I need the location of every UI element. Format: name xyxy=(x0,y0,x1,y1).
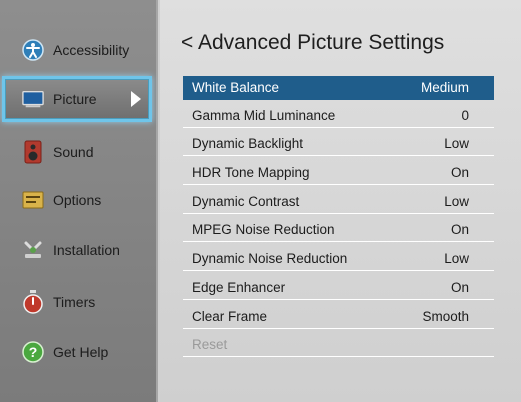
setting-value: Smooth xyxy=(422,309,469,324)
options-icon xyxy=(22,189,44,211)
setting-value: Low xyxy=(444,251,469,266)
setting-label: Dynamic Noise Reduction xyxy=(192,251,348,266)
setting-label: White Balance xyxy=(192,80,280,95)
page-title: < Advanced Picture Settings xyxy=(181,31,445,54)
sidebar-item-get-help[interactable]: ? Get Help xyxy=(0,330,158,374)
setting-label: Dynamic Backlight xyxy=(192,136,304,151)
setting-row-mpeg-noise-reduction[interactable]: MPEG Noise Reduction On xyxy=(183,218,494,242)
setting-label: Dynamic Contrast xyxy=(192,194,300,209)
setting-value: Medium xyxy=(420,80,469,95)
setting-row-gamma-mid-luminance[interactable]: Gamma Mid Luminance 0 xyxy=(183,104,494,128)
sidebar-item-label: Accessibility xyxy=(53,42,130,58)
sidebar-item-label: Get Help xyxy=(53,344,109,360)
setting-label: Clear Frame xyxy=(192,309,268,324)
setting-label: Reset xyxy=(192,337,228,352)
chevron-right-icon xyxy=(131,91,141,107)
timer-icon xyxy=(22,290,44,314)
sidebar-item-installation[interactable]: Installation xyxy=(0,228,158,272)
setting-row-white-balance[interactable]: White Balance Medium xyxy=(183,76,494,100)
setting-label: MPEG Noise Reduction xyxy=(192,222,335,237)
speaker-icon xyxy=(22,140,44,164)
sidebar-item-accessibility[interactable]: Accessibility xyxy=(0,28,158,72)
setting-label: Gamma Mid Luminance xyxy=(192,108,336,123)
setting-value: Low xyxy=(444,136,469,151)
sidebar-item-picture[interactable]: Picture xyxy=(2,76,152,122)
settings-panel: < Advanced Picture Settings White Balanc… xyxy=(160,0,521,402)
setting-value: On xyxy=(450,222,469,237)
setting-value: 0 xyxy=(461,108,469,123)
sidebar-item-label: Sound xyxy=(53,144,94,160)
sidebar-item-label: Timers xyxy=(53,294,96,310)
setting-value: On xyxy=(450,280,469,295)
installation-icon xyxy=(22,239,44,261)
sidebar-item-label: Picture xyxy=(53,91,97,107)
picture-icon xyxy=(22,88,44,110)
setting-value: Low xyxy=(444,194,469,209)
setting-row-clear-frame[interactable]: Clear Frame Smooth xyxy=(183,305,494,329)
setting-row-dynamic-backlight[interactable]: Dynamic Backlight Low xyxy=(183,132,494,156)
setting-row-reset: Reset xyxy=(183,333,494,357)
sidebar-item-options[interactable]: Options xyxy=(0,178,158,222)
sidebar-item-timers[interactable]: Timers xyxy=(0,280,158,324)
help-icon: ? xyxy=(22,341,44,363)
setting-row-dynamic-contrast[interactable]: Dynamic Contrast Low xyxy=(183,190,494,214)
accessibility-icon xyxy=(22,39,44,61)
setting-row-dynamic-noise-reduction[interactable]: Dynamic Noise Reduction Low xyxy=(183,247,494,271)
sidebar-item-label: Options xyxy=(53,192,102,208)
sidebar-item-sound[interactable]: Sound xyxy=(0,130,158,174)
setting-label: Edge Enhancer xyxy=(192,280,286,295)
setting-row-hdr-tone-mapping[interactable]: HDR Tone Mapping On xyxy=(183,161,494,185)
settings-sidebar: Accessibility Picture Sound Options Inst… xyxy=(0,0,158,402)
tv-settings-screen: Accessibility Picture Sound Options Inst… xyxy=(0,0,521,402)
setting-row-edge-enhancer[interactable]: Edge Enhancer On xyxy=(183,276,494,300)
setting-label: HDR Tone Mapping xyxy=(192,165,310,180)
setting-value: On xyxy=(450,165,469,180)
sidebar-item-label: Installation xyxy=(53,242,120,258)
svg-text:?: ? xyxy=(29,344,38,360)
